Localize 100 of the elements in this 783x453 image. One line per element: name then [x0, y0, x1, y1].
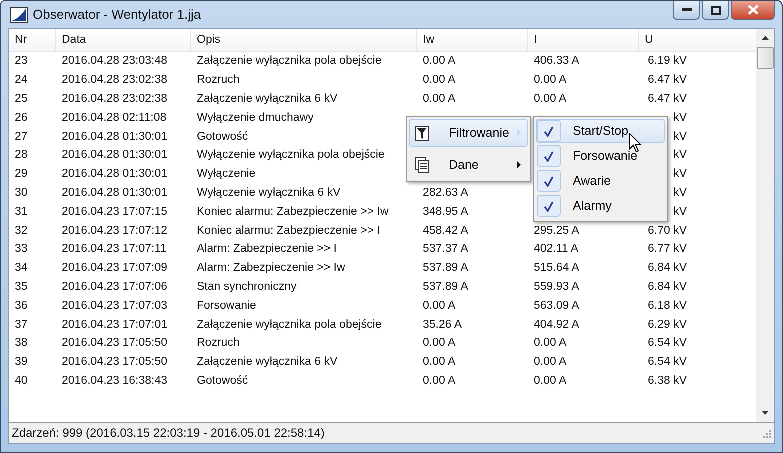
table-cell: 2016.04.23 17:07:11 — [62, 243, 167, 256]
table-cell: 26 — [15, 112, 28, 124]
column-header[interactable]: Data — [56, 29, 191, 51]
table-cell: Rozruch — [197, 74, 240, 86]
column-header[interactable]: Opis — [191, 29, 417, 51]
menu-item[interactable]: Forsowanie — [536, 144, 665, 168]
table-cell: 0.00 A — [423, 55, 456, 68]
maximize-button[interactable] — [702, 1, 729, 20]
table-cell: Wyłączenie wyłącznika pola obejście — [197, 149, 385, 162]
menu-item[interactable]: Start/Stop — [536, 119, 665, 143]
table-cell: 6.54 kV — [648, 337, 687, 350]
column-header[interactable]: Iw — [417, 29, 528, 51]
table-cell: 6.84 kV — [648, 280, 687, 293]
table-cell: 559.93 A — [534, 280, 580, 293]
table-cell: 6.47 kV — [648, 92, 687, 105]
table-cell: 2016.04.28 23:03:48 — [62, 55, 168, 68]
scrollbar[interactable] — [756, 29, 774, 422]
table-cell: Wyłączenie — [197, 168, 256, 180]
column-header[interactable]: U — [639, 29, 752, 51]
table-cell: 406.33 A — [534, 55, 580, 68]
table-cell: 2016.04.28 01:30:01 — [62, 186, 168, 199]
checkmark-icon — [544, 200, 554, 212]
table-cell: 33 — [15, 243, 28, 256]
mouse-pointer-icon — [629, 133, 642, 153]
table-cell: 2016.04.23 17:07:06 — [62, 280, 168, 293]
close-icon — [748, 5, 758, 15]
table-cell: 2016.04.23 16:38:43 — [62, 374, 168, 387]
table-cell: 28 — [15, 149, 28, 162]
menu-item[interactable]: Dane — [409, 151, 528, 179]
table-cell: Załączenie wyłącznika 6 kV — [197, 356, 338, 368]
table-cell: 0.00 A — [423, 374, 456, 387]
table-cell: Koniec alarmu: Zabezpieczenie >> I — [197, 224, 380, 237]
table-cell: 6.84 kV — [648, 262, 687, 274]
table-cell: 29 — [15, 168, 28, 180]
table-cell: 27 — [15, 130, 28, 143]
table-cell: 36 — [15, 300, 28, 312]
document-icon — [415, 157, 429, 173]
table-cell: Rozruch — [197, 337, 240, 350]
table-cell: 23 — [15, 55, 28, 68]
table-cell: 25 — [15, 92, 28, 105]
scroll-thumb[interactable] — [756, 47, 774, 69]
table-cell: 31 — [15, 206, 28, 218]
table-cell: 6.18 kV — [648, 300, 687, 312]
table-cell: 0.00 A — [423, 300, 456, 312]
table-cell: 0.00 A — [423, 74, 456, 86]
table-cell: kV — [674, 206, 687, 218]
table-cell: Wyłączenie dmuchawy — [197, 112, 314, 124]
resize-grip-icon[interactable] — [762, 428, 771, 438]
table-cell: 537.37 A — [423, 243, 468, 256]
table-cell: 0.00 A — [534, 374, 567, 387]
table-cell: 458.42 A — [423, 224, 468, 237]
checkmark-icon — [544, 126, 554, 136]
table-cell: 6.29 kV — [648, 318, 687, 331]
table-cell: Koniec alarmu: Zabezpieczenie >> Iw — [197, 206, 389, 218]
minimize-button[interactable] — [673, 1, 700, 20]
submenu-arrow-icon — [517, 161, 521, 169]
menu-item[interactable]: Alarmy — [536, 194, 665, 218]
app-icon — [10, 6, 28, 22]
table-cell: 38 — [15, 337, 28, 350]
table-cell: 348.95 A — [423, 206, 468, 218]
table-cell: Alarm: Zabezpieczenie >> Iw — [197, 262, 346, 274]
table-cell: 2016.04.28 02:11:08 — [62, 112, 167, 124]
status-text: Zdarzeń: 999 (2016.03.15 22:03:19 - 2016.05.01 22:58:14) — [12, 426, 325, 440]
table-cell: kV — [674, 186, 687, 199]
table-cell: 0.00 A — [534, 356, 567, 368]
maximize-icon — [710, 6, 720, 14]
table-cell: 6.77 kV — [648, 243, 687, 256]
table-cell: Stan synchroniczny — [197, 280, 297, 293]
table-cell: 2016.04.28 23:02:38 — [62, 74, 168, 86]
table-cell: 35.26 A — [423, 318, 462, 331]
column-header[interactable]: Nr — [9, 29, 56, 51]
table-cell: 6.19 kV — [648, 55, 687, 68]
filter-icon — [415, 126, 429, 140]
table-cell: 2016.04.28 01:30:01 — [62, 149, 168, 162]
table-cell: 2016.04.23 17:07:09 — [62, 262, 168, 274]
table-cell: 295.25 A — [534, 224, 580, 237]
table-cell: 35 — [15, 280, 28, 293]
scroll-up-icon — [762, 36, 768, 40]
table-cell: 2016.04.28 01:30:01 — [62, 130, 168, 143]
window-title: Obserwator - Wentylator 1.jja — [33, 7, 202, 22]
table-cell: 0.00 A — [534, 92, 567, 105]
table-cell: 0.00 A — [423, 356, 456, 368]
table-cell: 40 — [15, 374, 28, 387]
menu-item[interactable]: Awarie — [536, 169, 665, 193]
menu-item[interactable]: Filtrowanie — [409, 119, 528, 147]
table-cell: Forsowanie — [197, 300, 256, 312]
table-cell: 39 — [15, 356, 28, 368]
table-cell: 282.63 A — [423, 186, 468, 199]
table-cell: kV — [674, 130, 687, 143]
table-cell: Załączenie wyłącznika pola obejście — [197, 318, 382, 331]
column-header[interactable]: I — [528, 29, 639, 51]
table-cell: 0.00 A — [423, 337, 456, 350]
table-cell: 2016.04.28 01:30:01 — [62, 168, 168, 180]
table-cell: 6.70 kV — [648, 224, 687, 237]
table-cell: 2016.04.23 17:05:50 — [62, 337, 168, 350]
table-cell: 537.89 A — [423, 262, 468, 274]
table-cell: Gotowość — [197, 130, 248, 143]
table-cell: 24 — [15, 74, 28, 86]
close-button[interactable] — [731, 1, 775, 20]
table-cell: 563.09 A — [534, 300, 580, 312]
